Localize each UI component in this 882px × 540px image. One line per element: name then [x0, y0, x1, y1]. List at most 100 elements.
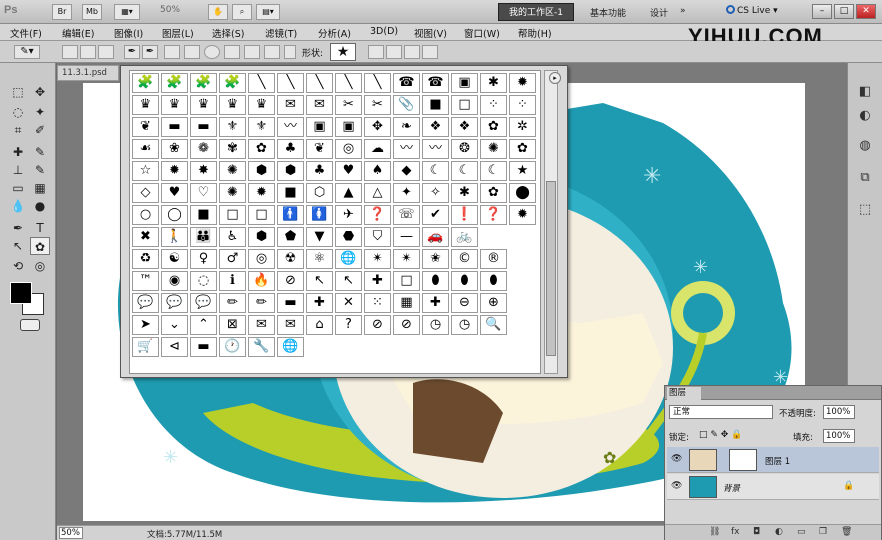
shape-swatch[interactable]: ✉ [306, 95, 333, 115]
visibility-eye-icon[interactable]: 👁 [671, 481, 682, 491]
quick-mask-button[interactable] [20, 319, 40, 331]
color-panel-icon[interactable]: ◧ [854, 81, 876, 103]
shape-swatch[interactable]: ⚛ [306, 249, 333, 269]
shape-swatch[interactable]: ⊘ [364, 315, 391, 335]
shape-swatch[interactable]: ♻ [132, 249, 159, 269]
shape-swatch[interactable]: ✹ [509, 73, 536, 93]
shape-swatch[interactable]: ❓ [480, 205, 507, 225]
shape-swatch[interactable]: ❧ [393, 117, 420, 137]
adjustments-panel-icon[interactable]: ◐ [854, 105, 876, 127]
shape-swatch[interactable]: 〰 [277, 117, 304, 137]
shape-swatch[interactable]: ✿ [509, 139, 536, 159]
shape-swatch[interactable]: ◌ [190, 271, 217, 291]
shape-swatch[interactable]: ★ [509, 161, 536, 181]
paths-button[interactable] [80, 45, 96, 59]
add-to-shape-button[interactable] [386, 45, 402, 59]
shape-swatch[interactable]: ✱ [480, 73, 507, 93]
shape-swatch[interactable]: ◎ [248, 249, 275, 269]
shape-swatch[interactable]: ♛ [190, 95, 217, 115]
shape-swatch[interactable]: ✔ [422, 205, 449, 225]
shape-swatch[interactable]: ⁙ [364, 293, 391, 313]
shape-swatch[interactable]: ■ [422, 95, 449, 115]
shape-picker-star-icon[interactable]: ★ [330, 43, 356, 61]
shape-swatch[interactable]: ☾ [422, 161, 449, 181]
shape-swatch[interactable]: ▦ [393, 293, 420, 313]
adjustment-layer-icon[interactable]: ◐ [775, 527, 783, 537]
pen-icon[interactable]: ✒ [8, 219, 28, 237]
gradient-icon[interactable]: ▦ [30, 179, 50, 197]
ellipse-button[interactable] [204, 45, 220, 59]
shape-swatch[interactable]: ❦ [132, 117, 159, 137]
shape-swatch[interactable]: 🌐 [277, 337, 304, 357]
hand-icon[interactable] [8, 259, 28, 277]
shape-swatch[interactable]: □ [248, 205, 275, 225]
fill-input[interactable]: 100% [823, 429, 855, 443]
intersect-shape-button[interactable] [422, 45, 438, 59]
shape-swatch[interactable]: 🔍 [480, 315, 507, 335]
new-layer-icon[interactable]: ❐ [819, 527, 827, 537]
menu-filter[interactable]: 滤镜(T) [265, 26, 297, 40]
path-selection-icon[interactable]: ↖ [8, 237, 28, 255]
shape-swatch[interactable]: ❓ [364, 205, 391, 225]
shape-swatch[interactable]: ◉ [161, 271, 188, 291]
shape-swatch[interactable]: ♂ [219, 249, 246, 269]
shape-swatch[interactable]: 〰 [393, 139, 420, 159]
subtract-shape-button[interactable] [404, 45, 420, 59]
shape-swatch[interactable]: ╲ [335, 73, 362, 93]
crop-tool-icon[interactable]: ⌗ [8, 121, 28, 139]
tool-preset-icon[interactable]: ✎▾ [14, 45, 40, 59]
marquee-tool-icon[interactable]: ⬚ [8, 83, 28, 101]
shape-swatch[interactable]: ✺ [219, 161, 246, 181]
shape-swatch[interactable]: 🧩 [219, 73, 246, 93]
shape-swatch[interactable]: ⊖ [451, 293, 478, 313]
shape-swatch[interactable]: ✲ [509, 117, 536, 137]
workspace-design[interactable]: 设计 [650, 6, 668, 19]
shape-swatch[interactable]: ☯ [161, 249, 188, 269]
menu-edit[interactable]: 编辑(E) [62, 26, 94, 40]
shape-swatch[interactable]: ╲ [306, 73, 333, 93]
shape-swatch[interactable]: ▬ [277, 293, 304, 313]
shape-swatch[interactable]: ╲ [248, 73, 275, 93]
shape-swatch[interactable]: ✦ [393, 183, 420, 203]
shape-swatch[interactable]: 🕐 [219, 337, 246, 357]
workspace-essentials[interactable]: 基本功能 [590, 6, 626, 19]
shape-swatch[interactable]: ▬ [190, 337, 217, 357]
custom-shape-tool-icon[interactable]: ✿ [30, 237, 50, 255]
history-brush-icon[interactable]: ✎ [30, 161, 50, 179]
shape-swatch[interactable]: ✹ [509, 205, 536, 225]
shape-swatch[interactable]: ⊠ [219, 315, 246, 335]
shape-swatch[interactable]: ⊘ [277, 271, 304, 291]
shape-swatch[interactable]: ✿ [248, 139, 275, 159]
menu-window[interactable]: 窗口(W) [464, 26, 500, 40]
shape-swatch[interactable]: ↖ [335, 271, 362, 291]
menu-analysis[interactable]: 分析(A) [318, 26, 351, 40]
shape-swatch[interactable]: ✕ [335, 293, 362, 313]
foreground-color-swatch[interactable] [10, 282, 32, 304]
zoom-status-field[interactable]: 50% [59, 527, 83, 539]
eraser-icon[interactable]: ▭ [8, 179, 28, 197]
custom-shape-button[interactable] [264, 45, 280, 59]
menu-file[interactable]: 文件(F) [10, 26, 42, 40]
shape-swatch[interactable]: ✺ [219, 183, 246, 203]
type-tool-icon[interactable]: T [30, 219, 50, 237]
shape-swatch[interactable]: ⊕ [480, 293, 507, 313]
hand-tool-button[interactable]: ✋ [208, 4, 228, 20]
menu-image[interactable]: 图像(I) [114, 26, 143, 40]
bridge-button[interactable]: Br [52, 4, 72, 20]
shape-swatch[interactable]: ☁ [364, 139, 391, 159]
shape-swatch[interactable]: ⬢ [277, 161, 304, 181]
shape-swatch[interactable]: △ [364, 183, 391, 203]
document-tab[interactable]: 11.3.1.psd [57, 65, 119, 81]
shape-swatch[interactable]: ✸ [190, 161, 217, 181]
3d-orbit-icon[interactable]: ◎ [30, 257, 50, 275]
shape-swatch[interactable]: ♥ [335, 161, 362, 181]
eyedropper-icon[interactable]: ✐ [30, 121, 50, 139]
shape-swatch[interactable]: □ [393, 271, 420, 291]
shape-swatch[interactable]: ⊘ [393, 315, 420, 335]
shape-swatch[interactable]: ✹ [248, 183, 275, 203]
shape-swatch[interactable]: ✥ [364, 117, 391, 137]
zoom-tool-button[interactable]: ⌕ [232, 4, 252, 20]
fill-pixels-button[interactable] [98, 45, 114, 59]
shape-swatch[interactable]: ✂ [335, 95, 362, 115]
shape-swatch[interactable]: ▬ [190, 117, 217, 137]
